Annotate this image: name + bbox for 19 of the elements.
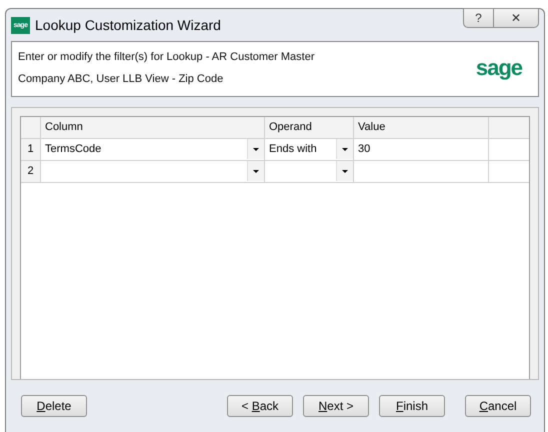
wizard-button[interactable]: Next >: [303, 395, 369, 417]
sage-logo: sage: [476, 55, 522, 81]
column-header: Value: [354, 117, 489, 138]
column-header: Column: [41, 117, 265, 138]
window-title: Lookup Customization Wizard: [35, 17, 221, 33]
column-header: Operand: [265, 117, 354, 138]
header-text: Enter or modify the filter(s) for Lookup - AR Customer Master: [18, 50, 314, 65]
column-dropdown[interactable]: TermsCode: [41, 139, 265, 160]
help-button[interactable]: ?: [463, 8, 493, 28]
wizard-button[interactable]: < Back: [227, 395, 293, 417]
wizard-button[interactable]: Cancel: [465, 395, 531, 417]
value-cell[interactable]: 30: [354, 139, 489, 160]
close-button[interactable]: ✕: [493, 8, 539, 28]
wizard-button[interactable]: Finish: [379, 395, 445, 417]
row-number: 1: [21, 139, 41, 160]
header-text: Company ABC, User LLB View - Zip Code: [18, 72, 224, 87]
operand-dropdown[interactable]: Ends with: [265, 139, 354, 160]
wizard-button[interactable]: Delete: [21, 395, 87, 417]
row-number: 2: [21, 161, 41, 182]
